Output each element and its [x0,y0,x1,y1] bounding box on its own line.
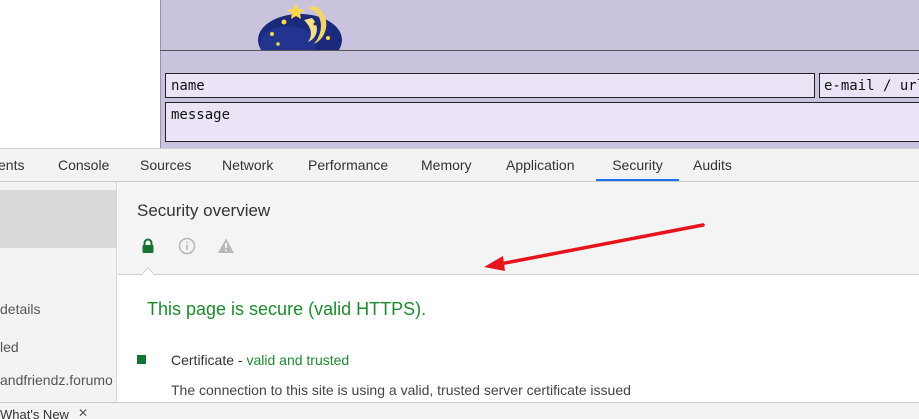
security-sidebar: details led andfriendz.forumo [0,182,117,419]
tab-sources[interactable]: Sources [140,149,191,181]
wizard-hat-moon-image [258,0,344,50]
secure-status-message: This page is secure (valid HTTPS). [147,299,427,319]
security-summary-header: Security overview [118,182,919,276]
name-field[interactable]: name [165,73,815,98]
security-overview-panel: Security overview This page is secure (v… [118,182,919,419]
certificate-status-marker [137,355,146,364]
close-icon[interactable]: ✕ [78,406,88,419]
page-title: Security overview [137,201,271,220]
devtools-drawer: What's New ✕ [0,402,919,419]
certificate-summary: Certificate - valid and trusted [171,352,349,368]
email-url-field-label: e-mail / url [824,78,919,94]
web-page-viewport: name e-mail / url message [0,0,919,148]
selection-pointer [140,267,156,276]
certificate-status: valid and trusted [246,352,350,368]
tab-console[interactable]: Console [58,149,109,181]
message-field-label: message [171,107,231,123]
message-field[interactable]: message [165,102,919,142]
devtools-tab-bar: ents Console Sources Network Performance… [0,149,919,182]
drawer-tab-whats-new[interactable]: What's New [0,407,69,419]
certificate-description: The connection to this site is using a v… [171,382,631,398]
email-url-field[interactable]: e-mail / url [819,73,919,98]
tab-network[interactable]: Network [222,149,273,181]
devtools-panel: ents Console Sources Network Performance… [0,148,919,419]
tab-audits[interactable]: Audits [693,149,732,181]
tab-elements[interactable]: ents [0,149,24,181]
tab-application[interactable]: Application [506,149,575,181]
name-field-label: name [171,78,205,94]
sidebar-item-overview[interactable] [0,190,116,248]
certificate-label: Certificate - [171,352,247,368]
info-icon [178,237,196,255]
lock-icon [142,238,154,253]
tab-memory[interactable]: Memory [421,149,472,181]
tab-performance[interactable]: Performance [308,149,388,181]
sidebar-item-origin[interactable]: andfriendz.forumo [0,372,113,388]
tab-security[interactable]: Security [596,149,679,181]
sidebar-item-loaded[interactable]: led [0,339,19,355]
header-divider [160,50,919,51]
warning-icon [218,238,234,253]
sidebar-item-details[interactable]: details [0,301,40,317]
